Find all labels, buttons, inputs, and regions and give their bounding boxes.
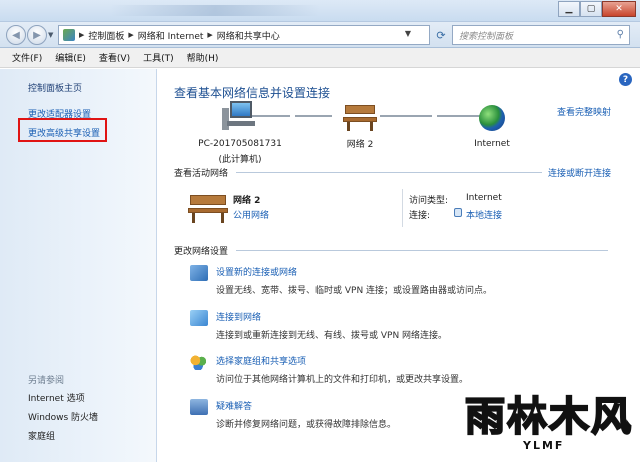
access-type-value: Internet (466, 193, 502, 203)
section-divider (236, 250, 608, 251)
task-troubleshoot-link[interactable]: 疑难解答 (216, 399, 252, 412)
breadcrumb-separator-icon[interactable]: ▶ (128, 31, 133, 39)
network-type-link[interactable]: 公用网络 (233, 208, 269, 221)
maximize-button[interactable]: ▢ (580, 1, 602, 17)
breadcrumb-separator-icon[interactable]: ▶ (79, 31, 84, 39)
menu-edit[interactable]: 编辑(E) (55, 51, 86, 64)
task-connect-network-desc: 连接到或重新连接到无线、有线、拨号或 VPN 网络连接。 (216, 331, 448, 341)
minimize-button[interactable]: ▁ (558, 1, 580, 17)
internet-globe-icon (479, 105, 505, 131)
window-controls: ▁ ▢ ✕ (558, 1, 636, 17)
ylmf-watermark-logo: 雨林木风 YLMF (464, 393, 637, 459)
section-divider (236, 172, 542, 173)
connection-label: 连接: (409, 211, 431, 221)
task-homegroup-desc: 访问位于其他网络计算机上的文件和打印机，或更改共享设置。 (216, 375, 469, 385)
computer-icon (222, 101, 258, 135)
title-bar: ▁ ▢ ✕ (0, 0, 640, 22)
task-connect-network-link[interactable]: 连接到网络 (216, 310, 261, 323)
menu-file[interactable]: 文件(F) (12, 51, 42, 64)
blurred-title (110, 5, 320, 16)
access-type-label: 访问类型: (409, 196, 449, 206)
search-placeholder: 搜索控制面板 (459, 31, 514, 42)
menu-view[interactable]: 查看(V) (99, 51, 130, 64)
map-node-network[interactable]: 网络 2 (330, 103, 390, 150)
breadcrumb-control-panel[interactable]: 控制面板 (88, 29, 124, 42)
computer-name: PC-201705081731 (198, 139, 282, 149)
watermark-subtext: YLMF (523, 439, 565, 452)
help-icon[interactable]: ? (619, 73, 632, 86)
search-input[interactable]: 搜索控制面板 ⚲ (452, 25, 630, 45)
see-also-heading: 另请参阅 (28, 376, 65, 386)
address-field[interactable]: ▶ 控制面板 ▶ 网络和 Internet ▶ 网络和共享中心 ▼ (58, 25, 430, 45)
back-button[interactable]: ◀ (6, 25, 26, 45)
homegroup-icon (190, 354, 208, 370)
map-node-computer[interactable]: PC-201705081731 (此计算机) (186, 101, 294, 165)
map-network-label: 网络 2 (346, 140, 374, 150)
connect-network-icon (190, 310, 208, 326)
forward-arrow-icon: ▶ (33, 29, 41, 41)
connection-plug-icon (454, 208, 462, 217)
back-arrow-icon: ◀ (12, 29, 20, 41)
address-dropdown-icon[interactable]: ▼ (405, 29, 411, 38)
troubleshoot-icon (190, 399, 208, 415)
sidebar-item-homegroup[interactable]: 家庭组 (28, 429, 55, 442)
sidebar-item-windows-firewall[interactable]: Windows 防火墙 (28, 410, 98, 423)
change-settings-heading: 更改网络设置 (174, 247, 229, 257)
search-icon[interactable]: ⚲ (617, 29, 624, 40)
breadcrumb-separator-icon[interactable]: ▶ (207, 31, 212, 39)
menu-bar: 文件(F) 编辑(E) 查看(V) 工具(T) 帮助(H) (0, 48, 640, 68)
sidebar-home-link[interactable]: 控制面板主页 (28, 81, 82, 94)
connect-disconnect-link[interactable]: 连接或断开连接 (548, 166, 611, 179)
recent-pages-dropdown[interactable]: ▼ (48, 31, 53, 39)
map-connector-gap (432, 110, 437, 121)
sidebar: 控制面板主页 更改适配器设置 更改高级共享设置 另请参阅 Internet 选项… (0, 69, 157, 462)
close-button[interactable]: ✕ (602, 1, 636, 17)
network-setup-icon (190, 265, 208, 281)
address-bar: ◀ ▶ ▼ ▶ 控制面板 ▶ 网络和 Internet ▶ 网络和共享中心 ▼ … (0, 22, 640, 48)
menu-help[interactable]: 帮助(H) (187, 51, 219, 64)
watermark-glyphs: 雨林木风 (464, 393, 633, 440)
active-network-name: 网络 2 (233, 196, 261, 206)
page-title: 查看基本网络信息并设置连接 (174, 86, 331, 100)
control-panel-icon (63, 29, 75, 41)
network-bench-icon (343, 103, 377, 131)
menu-tools[interactable]: 工具(T) (143, 51, 174, 64)
vertical-divider (402, 189, 403, 227)
active-networks-heading: 查看活动网络 (174, 169, 229, 179)
breadcrumb-sharing-center[interactable]: 网络和共享中心 (217, 29, 280, 42)
breadcrumb-network-internet[interactable]: 网络和 Internet (138, 29, 204, 42)
red-highlight-box (18, 118, 107, 142)
see-full-map-link[interactable]: 查看完整映射 (557, 105, 611, 118)
task-homegroup-link[interactable]: 选择家庭组和共享选项 (216, 354, 306, 367)
task-setup-connection-link[interactable]: 设置新的连接或网络 (216, 265, 297, 278)
map-internet-label: Internet (474, 139, 510, 149)
local-connection-link[interactable]: 本地连接 (466, 208, 502, 221)
task-troubleshoot-desc: 诊断并修复网络问题，或获得故障排除信息。 (216, 420, 397, 430)
computer-subtitle: (此计算机) (218, 155, 262, 165)
active-network-bench-icon (188, 193, 228, 223)
refresh-icon[interactable]: ⟳ (432, 25, 450, 45)
task-setup-connection-desc: 设置无线、宽带、拨号、临时或 VPN 连接；或设置路由器或访问点。 (216, 286, 493, 296)
map-node-internet[interactable]: Internet (462, 103, 522, 149)
forward-button[interactable]: ▶ (27, 25, 47, 45)
sidebar-item-internet-options[interactable]: Internet 选项 (28, 391, 85, 404)
